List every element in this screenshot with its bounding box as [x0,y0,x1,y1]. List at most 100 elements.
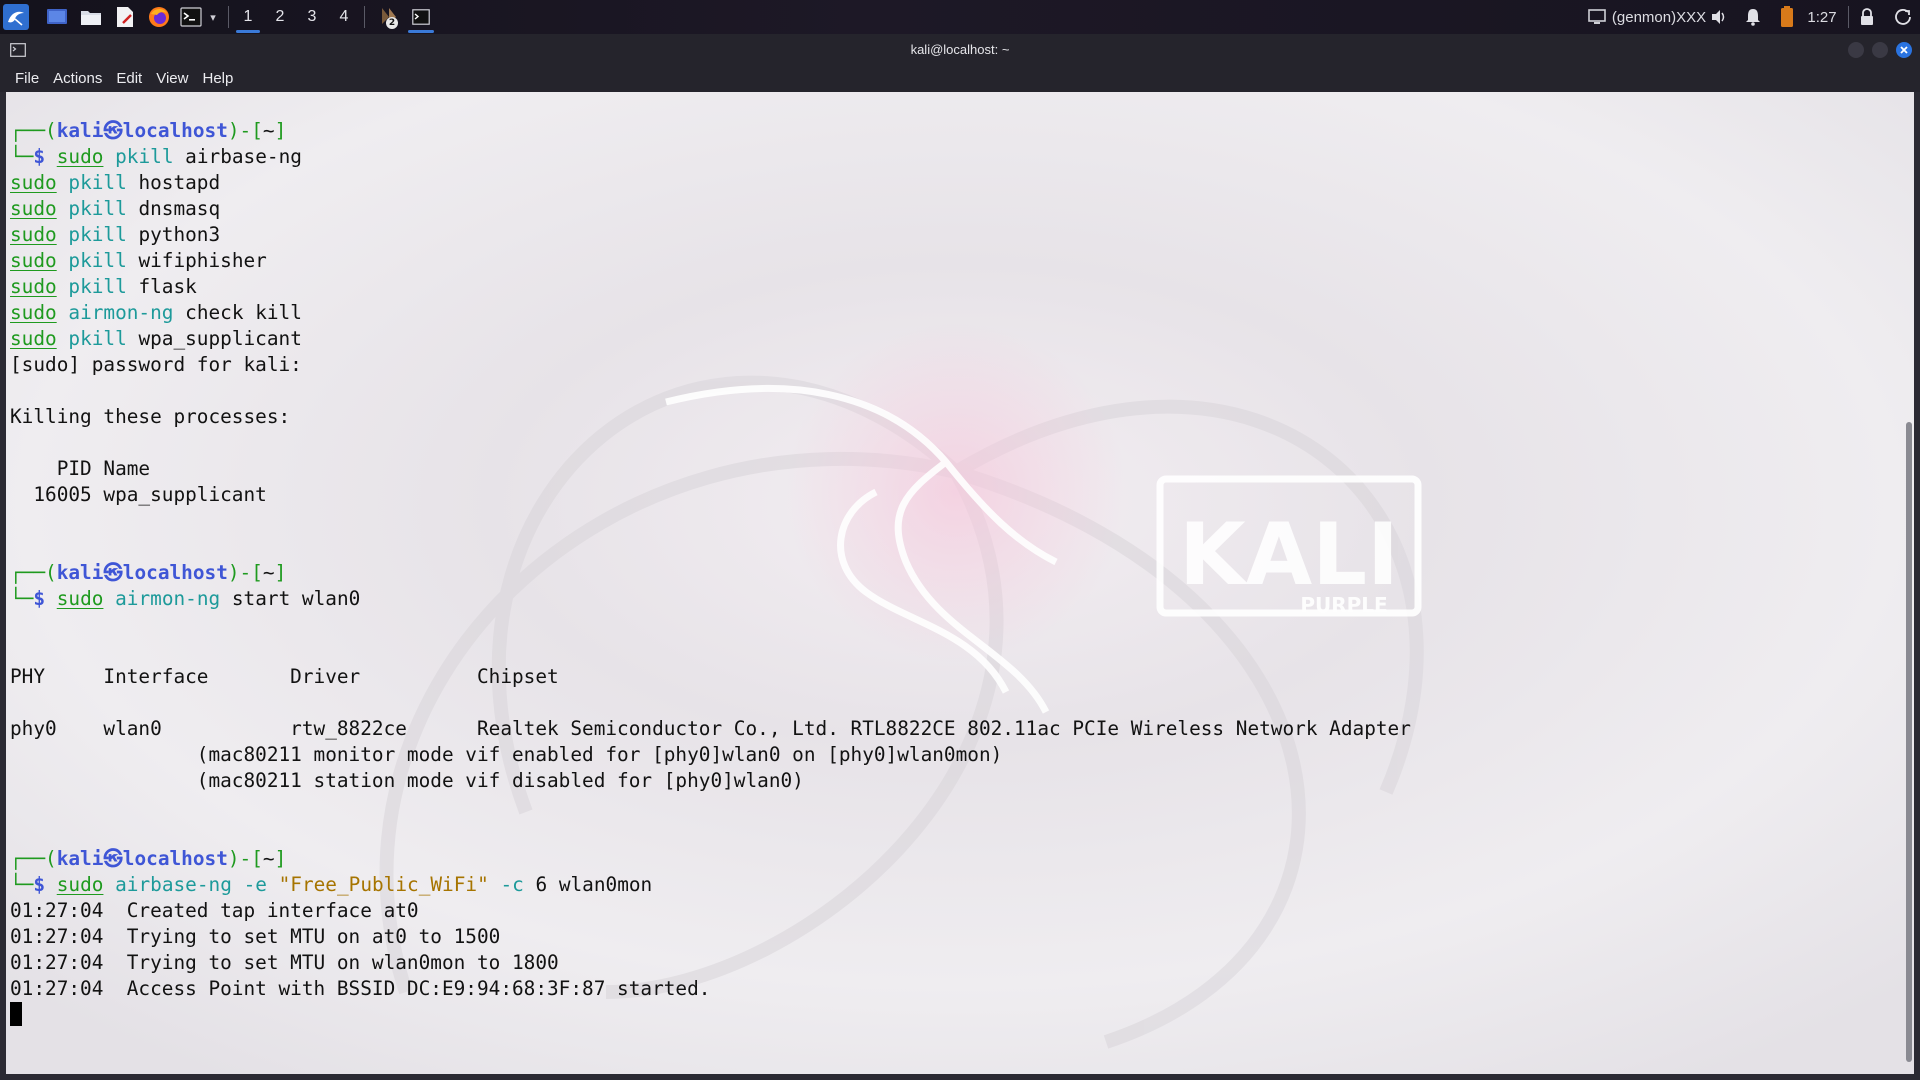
minimize-button[interactable] [1848,42,1864,58]
prompt-at-symbol: ㉿ [103,561,123,584]
prompt-line: ┌──(kali㉿localhost)-[~] [10,118,1411,144]
sudo-keyword: sudo [56,145,104,168]
terminal-output[interactable]: KALI PURPLE ┌──(kali㉿localhost)-[~] └─$ s… [6,92,1914,1074]
workspace-4[interactable]: 4 [330,0,358,34]
terminal-launcher-icon[interactable] [178,0,204,34]
volume-icon[interactable] [1708,0,1730,34]
display-icon[interactable] [1586,0,1608,34]
prompt-frame: ] [274,561,287,584]
taskbar-terminal[interactable] [406,0,436,34]
prompt-frame: ┌──( [10,119,57,142]
close-button[interactable] [1896,42,1912,58]
terminal-text: 01:27:04 Access Point with BSSID DC:E9:9… [10,977,711,1000]
prompt-directory: ~ [262,561,275,584]
clock[interactable]: 1:27 [1802,0,1842,34]
command-token: pkill [68,327,127,350]
workspace-1[interactable]: 1 [234,0,262,34]
power-refresh-icon[interactable] [1892,0,1914,34]
prompt-frame: └─ [10,587,34,610]
show-desktop-icon[interactable] [44,0,70,34]
genmon-label[interactable]: (genmon)XXX [1612,0,1706,34]
workspace-3[interactable]: 3 [298,0,326,34]
terminal-text: 01:27:04 Created tap interface at0 [10,899,419,922]
sudo-keyword: sudo [10,301,57,324]
close-icon [1900,46,1908,54]
menu-help[interactable]: Help [195,66,240,92]
workspace-label: 4 [339,8,349,25]
terminal-text: wpa_supplicant [126,327,302,350]
output-line: 01:27:04 Trying to set MTU on wlan0mon t… [10,950,1411,976]
sudo-keyword: sudo [10,327,57,350]
prompt-at-symbol: ㉿ [103,847,123,870]
prompt-frame: └─ [10,873,34,896]
panel-separator [1848,6,1849,28]
terminal-text: Killing these processes: [10,405,291,428]
command-token: airmon-ng [68,301,174,324]
menu-edit[interactable]: Edit [109,66,149,92]
kali-menu-icon[interactable] [2,0,30,34]
terminal-text: [sudo] password for kali: [10,353,302,376]
terminal-scrollbar[interactable] [1906,422,1912,1062]
firefox-icon[interactable] [146,0,172,34]
terminal-text: (mac80211 station mode vif disabled for … [10,769,804,792]
command-token: -e [243,873,267,896]
output-line: sudo pkill flask [10,274,1411,300]
prompt-frame: ┌──( [10,561,57,584]
notification-bell-icon[interactable] [1742,0,1764,34]
file-manager-icon[interactable] [78,0,104,34]
sudo-keyword: sudo [10,249,57,272]
terminal-text: (mac80211 monitor mode vif enabled for [… [10,743,1003,766]
command-token: pkill [115,145,174,168]
command-token: pkill [68,223,127,246]
output-line: sudo pkill wpa_supplicant [10,326,1411,352]
output-line: sudo pkill hostapd [10,170,1411,196]
string-literal: "Free_Public_WiFi" [278,873,489,896]
terminal-text: hostapd [126,171,221,194]
prompt-frame: )-[ [227,119,263,142]
menu-file[interactable]: File [8,66,46,92]
launcher-dropdown-icon[interactable]: ▾ [206,0,220,34]
panel-separator [364,6,365,28]
sudo-keyword: sudo [56,587,104,610]
workspace-2[interactable]: 2 [266,0,294,34]
terminal-text: airbase-ng [173,145,302,168]
command-line: └─$ sudo pkill airbase-ng [10,144,1411,170]
battery-icon[interactable] [1776,0,1798,34]
prompt-line: ┌──(kali㉿localhost)-[~] [10,846,1411,872]
command-token: pkill [68,197,127,220]
terminal-text: 6 wlan0mon [523,873,653,896]
lock-screen-icon[interactable] [1856,0,1878,34]
text-editor-icon[interactable] [112,0,138,34]
window-title: kali@localhost: ~ [910,42,1010,57]
maximize-button[interactable] [1872,42,1888,58]
terminal-text: 01:27:04 Trying to set MTU on wlan0mon t… [10,951,559,974]
window-titlebar[interactable]: kali@localhost: ~ [0,34,1920,66]
text-cursor [10,1002,22,1026]
prompt-host: localhost [122,561,228,584]
terminal-text: phy0 wlan0 rtw_8822ce Realtek Semiconduc… [10,717,1411,740]
menu-actions[interactable]: Actions [46,66,109,92]
taskbar-app-tools[interactable]: 2 [374,0,404,34]
output-line: (mac80211 station mode vif disabled for … [10,768,1411,794]
prompt-frame: )-[ [227,561,263,584]
terminal-text: wifiphisher [126,249,267,272]
menu-view[interactable]: View [149,66,195,92]
